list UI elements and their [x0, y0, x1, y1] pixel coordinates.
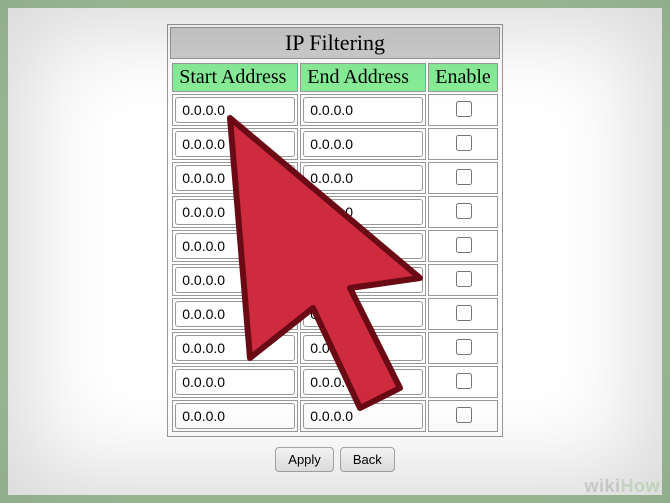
end-address-input[interactable]: [303, 335, 423, 361]
back-button[interactable]: Back: [340, 447, 395, 472]
cell-end: [300, 128, 426, 160]
table-row: [172, 94, 498, 126]
end-address-input[interactable]: [303, 369, 423, 395]
cell-enable: [428, 332, 498, 364]
cell-enable: [428, 196, 498, 228]
enable-checkbox[interactable]: [456, 101, 472, 117]
col-end-address: End Address: [300, 63, 426, 92]
cell-start: [172, 400, 298, 432]
cell-end: [300, 400, 426, 432]
cell-end: [300, 332, 426, 364]
cell-enable: [428, 230, 498, 262]
cell-end: [300, 94, 426, 126]
enable-checkbox[interactable]: [456, 135, 472, 151]
end-address-input[interactable]: [303, 165, 423, 191]
table-row: [172, 264, 498, 296]
table-row: [172, 366, 498, 398]
table-row: [172, 128, 498, 160]
enable-checkbox[interactable]: [456, 373, 472, 389]
cell-start: [172, 298, 298, 330]
panel-title: IP Filtering: [170, 27, 500, 59]
enable-checkbox[interactable]: [456, 271, 472, 287]
cell-end: [300, 366, 426, 398]
col-enable: Enable: [428, 63, 498, 92]
cell-enable: [428, 366, 498, 398]
start-address-input[interactable]: [175, 301, 295, 327]
cell-end: [300, 162, 426, 194]
cell-enable: [428, 128, 498, 160]
cell-start: [172, 94, 298, 126]
end-address-input[interactable]: [303, 301, 423, 327]
ip-filtering-table: Start Address End Address Enable: [170, 61, 500, 434]
cell-start: [172, 264, 298, 296]
cell-start: [172, 332, 298, 364]
cell-end: [300, 230, 426, 262]
table-row: [172, 162, 498, 194]
start-address-input[interactable]: [175, 335, 295, 361]
enable-checkbox[interactable]: [456, 237, 472, 253]
table-row: [172, 196, 498, 228]
cell-start: [172, 196, 298, 228]
enable-checkbox[interactable]: [456, 339, 472, 355]
table-row: [172, 332, 498, 364]
col-start-address: Start Address: [172, 63, 298, 92]
table-row: [172, 230, 498, 262]
start-address-input[interactable]: [175, 131, 295, 157]
enable-checkbox[interactable]: [456, 203, 472, 219]
end-address-input[interactable]: [303, 131, 423, 157]
button-row: Apply Back: [275, 447, 394, 472]
start-address-input[interactable]: [175, 233, 295, 259]
cell-enable: [428, 298, 498, 330]
apply-button[interactable]: Apply: [275, 447, 334, 472]
start-address-input[interactable]: [175, 97, 295, 123]
table-row: [172, 400, 498, 432]
end-address-input[interactable]: [303, 233, 423, 259]
start-address-input[interactable]: [175, 403, 295, 429]
cell-start: [172, 366, 298, 398]
cell-enable: [428, 264, 498, 296]
ip-filtering-panel: IP Filtering Start Address End Address E…: [167, 24, 503, 437]
watermark-wiki: wiki: [584, 476, 620, 496]
enable-checkbox[interactable]: [456, 305, 472, 321]
cell-end: [300, 298, 426, 330]
start-address-input[interactable]: [175, 369, 295, 395]
cell-enable: [428, 400, 498, 432]
start-address-input[interactable]: [175, 267, 295, 293]
table-row: [172, 298, 498, 330]
cell-start: [172, 128, 298, 160]
start-address-input[interactable]: [175, 165, 295, 191]
end-address-input[interactable]: [303, 199, 423, 225]
cell-enable: [428, 94, 498, 126]
cell-end: [300, 264, 426, 296]
enable-checkbox[interactable]: [456, 407, 472, 423]
cell-enable: [428, 162, 498, 194]
end-address-input[interactable]: [303, 403, 423, 429]
cell-start: [172, 230, 298, 262]
app-canvas: IP Filtering Start Address End Address E…: [8, 8, 662, 495]
enable-checkbox[interactable]: [456, 169, 472, 185]
start-address-input[interactable]: [175, 199, 295, 225]
cell-start: [172, 162, 298, 194]
end-address-input[interactable]: [303, 267, 423, 293]
cell-end: [300, 196, 426, 228]
watermark-how: How: [621, 476, 661, 496]
end-address-input[interactable]: [303, 97, 423, 123]
watermark: wikiHow: [584, 476, 660, 497]
